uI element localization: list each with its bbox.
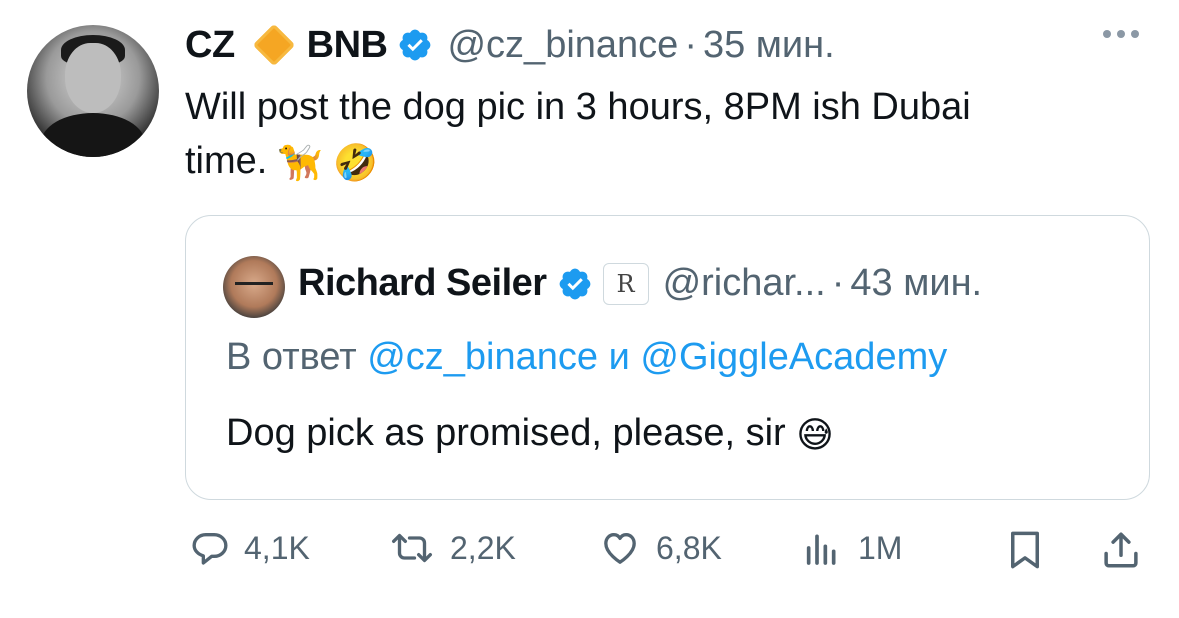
laughing-emoji: 🤣 [333,141,379,183]
like-count: 6,8K [656,529,722,566]
header-separator: · [684,23,697,66]
reply-context: В ответ @cz_binance и @GiggleAcademy [226,336,947,379]
quoted-header-separator: · [831,262,845,304]
reply-button[interactable]: 4,1K [190,528,310,568]
quoted-author-name[interactable]: Richard Seiler [298,262,547,305]
quoted-text: Dog pick as promised, please, sir [226,412,786,454]
like-button[interactable]: 6,8K [598,528,722,568]
repost-icon [392,533,433,563]
reply-mention-giggle[interactable]: @GiggleAcademy [640,336,947,378]
bnb-label[interactable]: BNB [307,24,388,67]
quoted-author-avatar[interactable] [223,256,285,318]
bnb-diamond-icon [252,23,295,67]
views-icon [806,534,836,565]
share-icon [1104,532,1138,568]
author-name[interactable]: CZ [185,24,235,67]
guide-dog-emoji: 🦮 [277,141,323,183]
tweet-text: Will post the dog pic in 3 hours, 8PM is… [185,80,1145,188]
reply-prefix: В ответ [226,336,357,378]
sweat-smile-emoji: 😅 [796,413,834,455]
reply-conjunction: и [608,336,630,378]
reply-count: 4,1K [244,529,310,566]
action-bar: 4,1K 2,2K 6,8K 1M [0,528,1179,578]
verified-icon[interactable] [557,266,593,302]
affiliate-badge-icon[interactable]: R [602,262,649,305]
author-avatar[interactable] [27,25,159,157]
reply-icon [192,533,228,565]
views-button[interactable]: 1M [800,528,902,568]
repost-button[interactable]: 2,2K [388,528,516,568]
like-icon [604,533,636,564]
quoted-tweet[interactable]: Richard Seiler R @richar... · 43 мин. В … [185,215,1150,500]
tweet-header: CZ BNB @cz_binance · 35 мин. [185,20,835,70]
more-icon[interactable] [1103,30,1139,38]
author-handle[interactable]: @cz_binance [447,24,678,67]
tweet-text-line2: time. [185,140,268,182]
bookmark-button[interactable] [1004,528,1046,572]
quoted-author-handle[interactable]: @richar... [663,262,826,305]
verified-icon[interactable] [397,27,433,63]
share-button[interactable] [1100,528,1142,572]
tweet-text-line1: Will post the dog pic in 3 hours, 8PM is… [185,86,971,128]
reply-mention-cz[interactable]: @cz_binance [367,336,598,378]
quoted-tweet-text: Dog pick as promised, please, sir 😅 [226,412,834,455]
bookmark-icon [1011,531,1039,569]
views-count: 1M [858,529,903,566]
quoted-tweet-header: Richard Seiler R @richar... · 43 мин. [298,262,982,305]
tweet-timestamp[interactable]: 35 мин. [703,24,835,67]
quoted-tweet-timestamp[interactable]: 43 мин. [850,262,982,305]
repost-count: 2,2K [450,529,516,566]
